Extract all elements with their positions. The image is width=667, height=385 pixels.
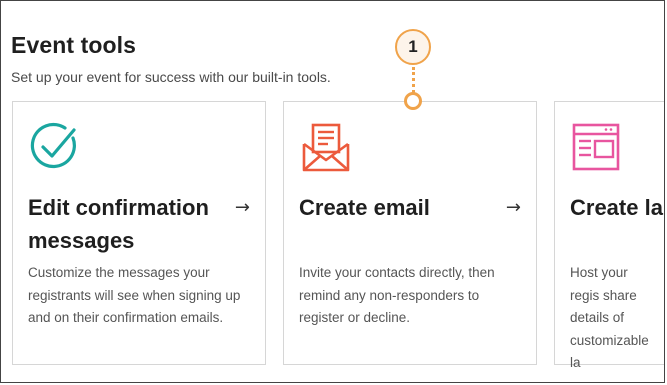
card-description: Host your regis share details of customi… (570, 265, 649, 370)
step-callout: 1 (393, 29, 437, 113)
card-title: Create la page (570, 195, 664, 220)
card-edit-confirmation-messages[interactable]: Edit confirmation messages → Customize t… (12, 101, 266, 365)
callout-number-badge: 1 (395, 29, 431, 65)
arrow-right-icon[interactable]: → (506, 197, 521, 218)
envelope-letter-icon (300, 120, 350, 174)
card-create-email[interactable]: Create email → Invite your contacts dire… (283, 101, 537, 365)
arrow-right-icon[interactable]: → (235, 197, 250, 218)
callout-connector (412, 67, 415, 93)
event-tools-panel: Event tools Set up your event for succes… (0, 0, 665, 383)
card-description: Invite your contacts directly, then remi… (299, 265, 495, 325)
section-title: Event tools (11, 32, 137, 58)
card-description: Customize the messages your registrants … (28, 265, 241, 325)
landing-page-icon (571, 120, 621, 174)
card-title: Edit confirmation messages (28, 195, 209, 253)
checkmark-circle-icon (29, 120, 79, 174)
callout-target-ring (404, 92, 422, 110)
section-subtitle: Set up your event for success with our b… (11, 69, 331, 85)
card-title: Create email (299, 195, 430, 220)
card-create-landing-page[interactable]: Create la page Host your regis share det… (554, 101, 664, 370)
